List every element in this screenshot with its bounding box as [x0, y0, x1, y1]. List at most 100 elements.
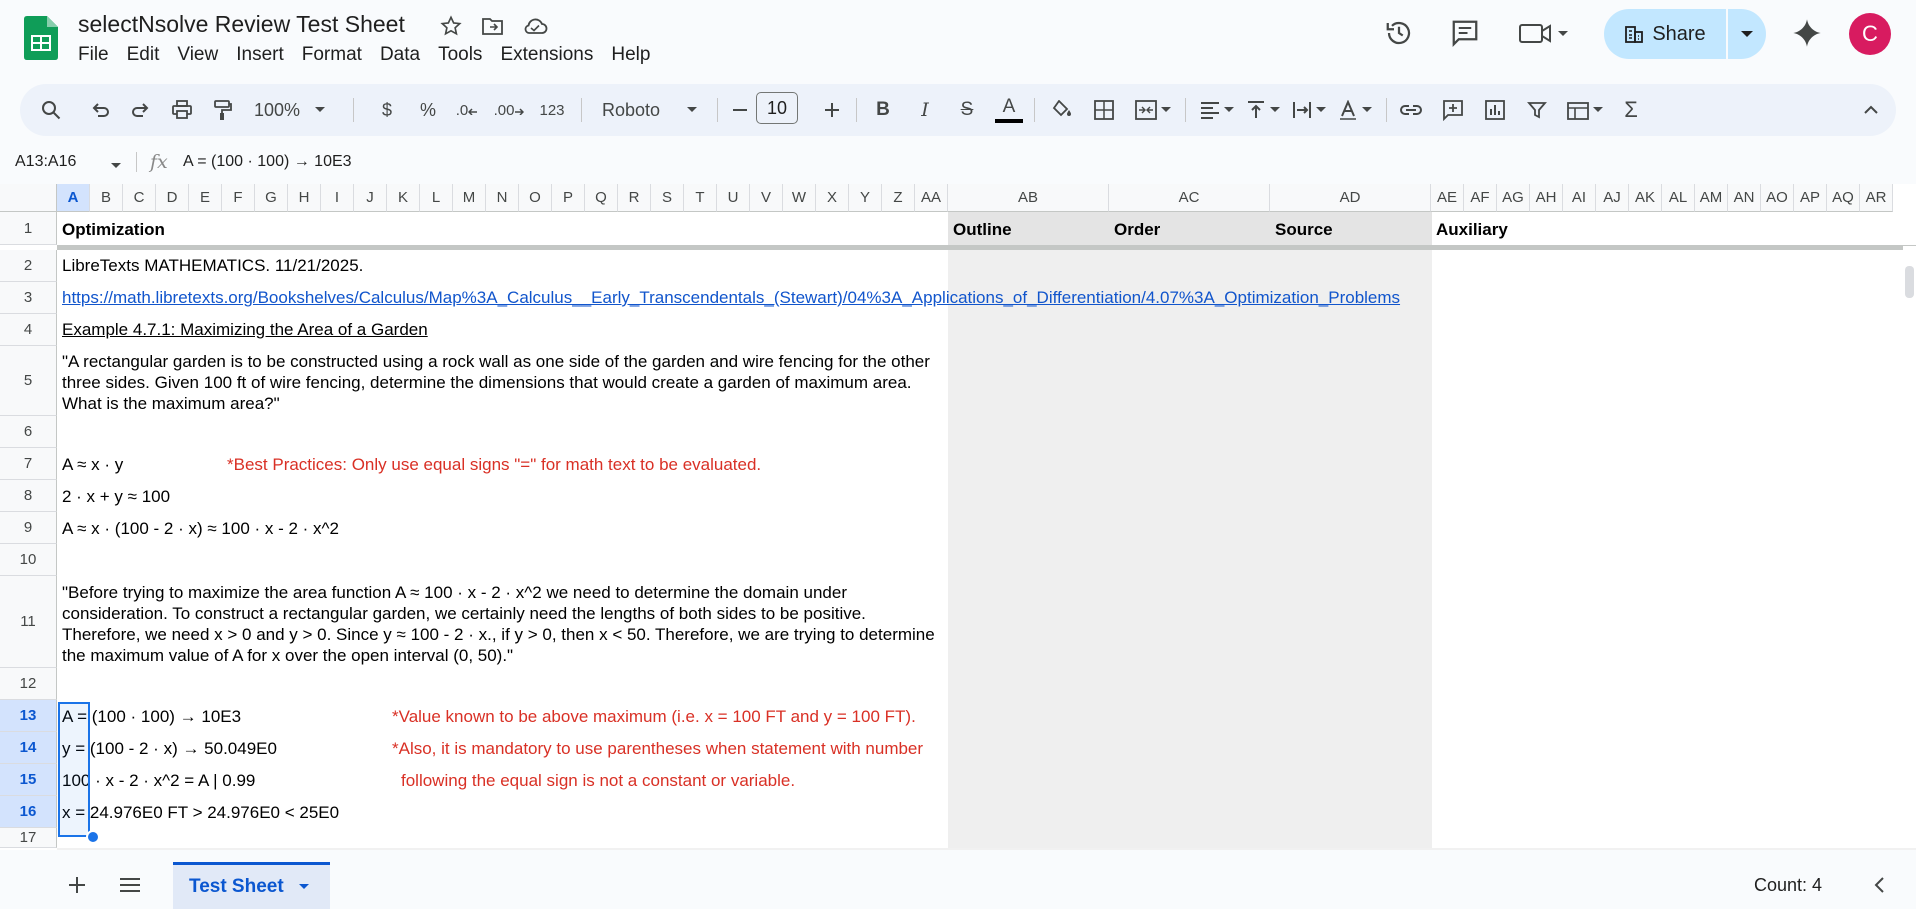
explore-collapse-icon[interactable] — [1872, 876, 1886, 899]
column-header[interactable]: V — [750, 184, 783, 212]
increase-decimal-button[interactable]: .00 — [490, 84, 528, 136]
column-header[interactable]: X — [816, 184, 849, 212]
column-header[interactable]: M — [453, 184, 486, 212]
column-header[interactable]: T — [684, 184, 717, 212]
font-family-select[interactable]: Roboto — [592, 84, 708, 136]
column-header[interactable]: C — [123, 184, 156, 212]
name-box[interactable]: A13:A16 — [15, 153, 76, 171]
cell-ae1[interactable]: Auxiliary — [1436, 219, 1508, 240]
percent-format-button[interactable]: % — [411, 84, 445, 136]
undo-icon[interactable] — [83, 84, 117, 136]
print-icon[interactable] — [165, 84, 199, 136]
row-header[interactable]: 8 — [0, 480, 57, 512]
cell-a15[interactable]: 100 · x - 2 · x^2 = A | 0.99 — [62, 770, 255, 791]
cell-a7[interactable]: A ≈ x · y — [62, 454, 123, 475]
row-header[interactable]: 17 — [0, 828, 57, 848]
column-header[interactable]: J — [354, 184, 387, 212]
font-size-input[interactable]: 10 — [756, 92, 798, 124]
frozen-row-divider[interactable] — [57, 245, 1916, 250]
decrease-font-size-icon[interactable] — [726, 84, 754, 136]
insert-link-icon[interactable] — [1394, 84, 1428, 136]
share-button[interactable]: Share — [1604, 9, 1726, 59]
bold-button[interactable]: B — [866, 84, 900, 136]
column-header[interactable]: AM — [1695, 184, 1728, 212]
column-header[interactable]: K — [387, 184, 420, 212]
cell-a8[interactable]: 2 · x + y ≈ 100 — [62, 486, 170, 507]
text-wrapping-icon[interactable] — [1286, 84, 1332, 136]
cell-a11[interactable]: "Before trying to maximize the area func… — [62, 582, 942, 666]
merge-cells-icon[interactable] — [1128, 84, 1178, 136]
row-header[interactable]: 7 — [0, 448, 57, 480]
cell-f7-note[interactable]: *Best Practices: Only use equal signs "=… — [227, 454, 761, 475]
column-header[interactable]: AC — [1109, 184, 1270, 212]
column-header[interactable]: H — [288, 184, 321, 212]
column-header[interactable]: AB — [948, 184, 1109, 212]
column-header[interactable]: N — [486, 184, 519, 212]
column-header[interactable]: B — [90, 184, 123, 212]
search-menus-icon[interactable] — [34, 84, 68, 136]
column-header[interactable]: AF — [1464, 184, 1497, 212]
menu-format[interactable]: Format — [293, 44, 371, 66]
menu-edit[interactable]: Edit — [118, 44, 169, 66]
filter-icon[interactable] — [1520, 84, 1554, 136]
text-rotation-icon[interactable] — [1332, 84, 1378, 136]
cell-a16[interactable]: x = 24.976E0 FT > 24.976E0 < 25E0 — [62, 802, 339, 823]
menu-insert[interactable]: Insert — [227, 44, 293, 66]
star-icon[interactable] — [438, 13, 464, 39]
cell-k13-note[interactable]: *Value known to be above maximum (i.e. x… — [392, 706, 916, 727]
column-header[interactable]: A — [57, 184, 90, 212]
row-header[interactable]: 14 — [0, 732, 57, 764]
cell-a5[interactable]: "A rectangular garden is to be construct… — [62, 351, 942, 414]
menu-file[interactable]: File — [78, 44, 118, 66]
currency-format-button[interactable]: $ — [370, 84, 404, 136]
row-header[interactable]: 16 — [0, 796, 57, 828]
column-header[interactable]: AQ — [1827, 184, 1860, 212]
vertical-align-icon[interactable] — [1240, 84, 1286, 136]
column-header[interactable]: Z — [882, 184, 915, 212]
formula-input[interactable]: A = (100 · 100) → 10E3 — [183, 153, 352, 171]
all-sheets-icon[interactable] — [118, 875, 142, 900]
collapse-menus-icon[interactable] — [1856, 84, 1886, 136]
cell-k14-note[interactable]: *Also, it is mandatory to use parenthese… — [392, 738, 923, 759]
cell-a2[interactable]: LibreTexts MATHEMATICS. 11/21/2025. — [62, 255, 363, 276]
add-sheet-icon[interactable] — [66, 874, 88, 901]
column-header[interactable]: AN — [1728, 184, 1761, 212]
document-title[interactable]: selectNsolve Review Test Sheet — [78, 11, 405, 38]
sheets-logo-icon[interactable] — [24, 16, 58, 60]
select-all-corner[interactable] — [0, 184, 57, 212]
more-formats-button[interactable]: 123 — [532, 84, 572, 136]
avatar[interactable]: C — [1849, 13, 1891, 55]
name-box-dropdown-icon[interactable] — [110, 157, 122, 175]
column-header[interactable]: U — [717, 184, 750, 212]
horizontal-scrollbar[interactable] — [57, 848, 1916, 850]
increase-font-size-icon[interactable] — [818, 84, 846, 136]
column-header[interactable]: AO — [1761, 184, 1794, 212]
column-header[interactable]: R — [618, 184, 651, 212]
cell-ab1[interactable]: Outline — [953, 219, 1012, 240]
cell-a14[interactable]: y = (100 - 2 · x) → 50.049E0 — [62, 738, 277, 759]
gemini-icon[interactable] — [1790, 16, 1824, 50]
move-folder-icon[interactable] — [480, 13, 506, 39]
column-header[interactable]: D — [156, 184, 189, 212]
column-header[interactable]: I — [321, 184, 354, 212]
cell-a3-link[interactable]: https://math.libretexts.org/Bookshelves/… — [62, 287, 1400, 308]
row-header[interactable]: 12 — [0, 668, 57, 700]
horizontal-align-icon[interactable] — [1194, 84, 1240, 136]
row-header[interactable]: 15 — [0, 764, 57, 796]
table-view-icon[interactable] — [1560, 84, 1610, 136]
row-header[interactable]: 4 — [0, 314, 57, 346]
row-header[interactable]: 3 — [0, 282, 57, 314]
menu-data[interactable]: Data — [371, 44, 429, 66]
comments-icon[interactable] — [1448, 16, 1482, 50]
column-header[interactable]: L — [420, 184, 453, 212]
menu-view[interactable]: View — [168, 44, 227, 66]
column-header[interactable]: S — [651, 184, 684, 212]
cell-k15-note[interactable]: following the equal sign is not a consta… — [401, 770, 795, 791]
functions-button[interactable]: Σ — [1614, 84, 1648, 136]
column-header[interactable]: AI — [1563, 184, 1596, 212]
column-header[interactable]: G — [255, 184, 288, 212]
row-header[interactable]: 2 — [0, 250, 57, 282]
fill-color-icon[interactable] — [1045, 84, 1079, 136]
row-header[interactable]: 1 — [0, 212, 57, 245]
column-header[interactable]: W — [783, 184, 816, 212]
